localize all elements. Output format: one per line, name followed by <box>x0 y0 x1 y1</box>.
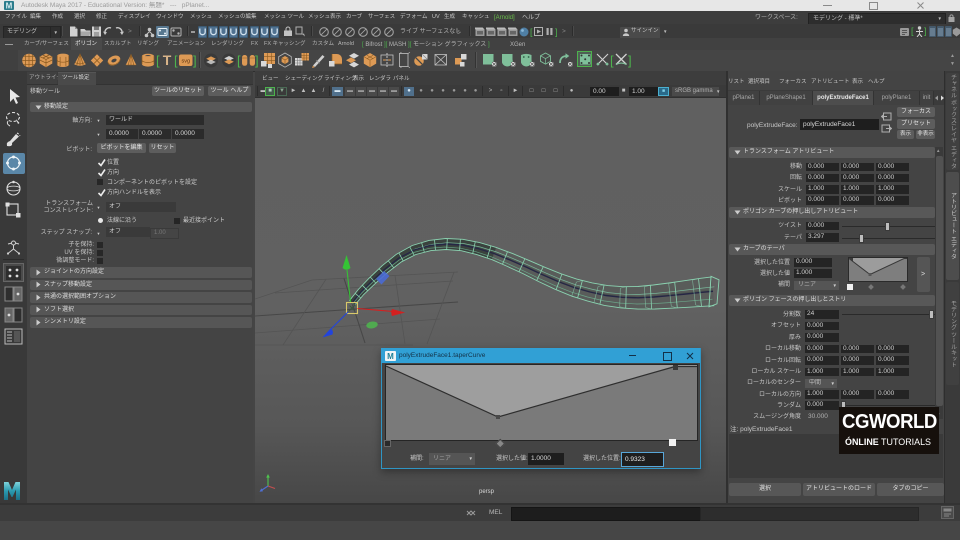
svg-text:svg: svg <box>182 59 191 65</box>
svg-text:M: M <box>387 352 394 361</box>
svg-text:M: M <box>6 2 13 11</box>
